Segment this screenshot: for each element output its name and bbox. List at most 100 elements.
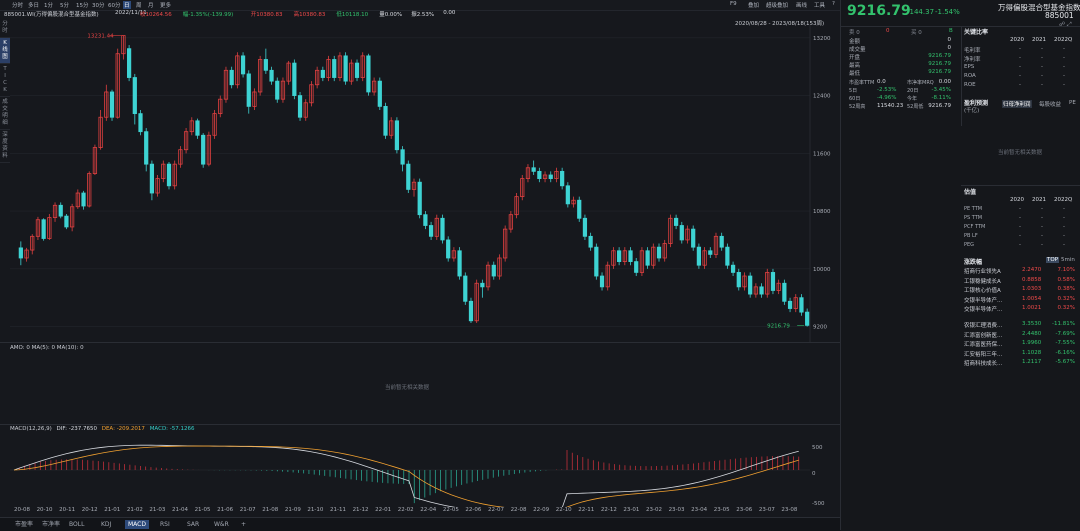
bottom-tab-5[interactable]: RSI xyxy=(157,520,173,529)
x-label-8: 21-05 xyxy=(194,507,211,513)
tab-3[interactable]: 5分 xyxy=(59,1,70,9)
bottom-tab-8[interactable]: + xyxy=(238,520,249,529)
candle xyxy=(115,48,120,119)
kr-col-2: 2022Q xyxy=(1054,37,1073,43)
profit-empty: 当前暂无相关数据 xyxy=(998,150,1043,156)
x-label-23: 22-09 xyxy=(533,507,550,513)
candle xyxy=(537,167,542,183)
bid-code: B xyxy=(949,28,953,34)
rank-name-2[interactable]: 工银核心价值A xyxy=(964,286,1019,294)
rank-name-7[interactable]: 汇添富医药保... xyxy=(964,340,1019,348)
candle xyxy=(326,55,331,82)
bottom-tab-7[interactable]: W&R xyxy=(211,520,232,529)
tab-7[interactable]: 日 xyxy=(123,1,131,9)
kr-row-2: EPS xyxy=(964,64,975,70)
quote-val-4: 9216.79 xyxy=(928,69,951,75)
vtab-1[interactable]: K线图 xyxy=(0,38,10,64)
candle xyxy=(70,203,75,232)
profit-tab-2[interactable]: PE xyxy=(1068,100,1077,106)
vtab-4[interactable]: 深度资料 xyxy=(0,130,10,163)
tab-4[interactable]: 15分 xyxy=(75,1,90,9)
macd-tick-top: 500 xyxy=(812,445,823,451)
val-cell: - xyxy=(1019,224,1021,230)
rank-name-4[interactable]: 交银半导体产... xyxy=(964,305,1019,313)
tab-2[interactable]: 1分 xyxy=(43,1,54,9)
tab-8[interactable]: 周 xyxy=(135,1,143,9)
q2-val-3: 11540.23 xyxy=(877,103,904,109)
rank-pct-0: 7.10% xyxy=(1057,267,1075,273)
info-item-1: 幅-1.35%(-139.99) xyxy=(182,12,234,18)
toolbar-right-4[interactable]: 工具 xyxy=(814,1,825,9)
candle xyxy=(354,59,360,82)
candle xyxy=(708,247,713,258)
tab-9[interactable]: 月 xyxy=(147,1,155,9)
indicator-tabs: 市盈率 市净率 BOLL KDJ MACD RSI SAR W&R + xyxy=(0,517,840,531)
vertical-tabs: 分时K线图TICK成交明细深度资料 xyxy=(0,19,10,179)
q2-key-3: 52周高 xyxy=(849,104,866,110)
candle xyxy=(206,131,211,167)
val-cell: - xyxy=(1063,242,1065,248)
profit-tab-1[interactable]: 每股收益 xyxy=(1038,100,1062,108)
rank-name-5[interactable]: 农银汇理消费... xyxy=(964,321,1019,329)
bottom-tab-4[interactable]: MACD xyxy=(125,520,149,529)
candle xyxy=(782,279,787,305)
rank-name-9[interactable]: 招商科技成长... xyxy=(964,359,1019,367)
tab-10[interactable]: 更多 xyxy=(159,1,172,9)
vtab-2[interactable]: TICK xyxy=(0,64,10,97)
kr-row-1: 净利率 xyxy=(964,57,981,63)
candle xyxy=(212,110,217,139)
quote-val-1: 0 xyxy=(947,45,952,51)
candle xyxy=(599,272,605,291)
kr-cell: - xyxy=(1041,82,1043,88)
tab-0[interactable]: 分时 xyxy=(11,1,24,9)
rank-pct-3: 0.32% xyxy=(1057,295,1075,302)
profit-tab-0[interactable]: 归母净利润 xyxy=(1002,100,1032,108)
x-label-30: 23-04 xyxy=(691,507,708,513)
q2-key-0: 市盈率TTM xyxy=(849,80,875,86)
vtab-0[interactable]: 分时 xyxy=(0,19,10,38)
toolbar-right-1[interactable]: 叠加 xyxy=(748,1,759,9)
candle xyxy=(759,283,764,298)
vtab-3[interactable]: 成交明细 xyxy=(0,97,10,130)
rank-name-6[interactable]: 汇添富创新医... xyxy=(964,331,1019,339)
bottom-tab-3[interactable]: KDJ xyxy=(98,520,114,529)
kr-row-0: 毛利率 xyxy=(964,48,981,54)
info-item-7: 0.00 xyxy=(443,10,456,16)
x-label-31: 23-05 xyxy=(713,507,730,513)
x-label-28: 23-02 xyxy=(646,507,662,513)
bottom-tab-6[interactable]: SAR xyxy=(184,520,202,529)
kr-cell: - xyxy=(1019,73,1021,79)
y-tick-0: 13200 xyxy=(813,36,831,42)
toolbar-right-2[interactable]: 超级叠加 xyxy=(766,1,788,9)
candle xyxy=(639,247,645,277)
rank-tab-1[interactable]: 5min xyxy=(1061,257,1075,263)
bottom-tab-1[interactable]: 市净率 xyxy=(39,520,63,529)
rank-val-5: 3.3530 xyxy=(1022,321,1042,327)
bottom-tab-2[interactable]: BOLL xyxy=(66,520,87,529)
rank-list: 涨跌幅 TOP 5min 招商行业领先A 2.2470 7.10% 工银稳健成长A 0.885… xyxy=(962,256,1080,376)
candle xyxy=(30,234,35,255)
y-tick-2: 11600 xyxy=(813,151,831,157)
candle xyxy=(269,66,274,85)
tab-6[interactable]: 60分 xyxy=(107,1,122,9)
rank-name-8[interactable]: 汇安裕阳三年... xyxy=(964,350,1019,358)
rank-name-0[interactable]: 招商行业领先A xyxy=(964,267,1019,275)
kr-cell: - xyxy=(1063,64,1065,70)
toolbar-right-3[interactable]: 画线 xyxy=(796,1,807,9)
candle xyxy=(41,218,46,241)
x-label-27: 23-01 xyxy=(623,507,640,513)
rank-name-1[interactable]: 工银稳健成长A xyxy=(964,277,1019,285)
candlestick-chart[interactable]: 13200 12400 11600 10800 10000 9200 13231.44 921… xyxy=(10,25,840,343)
tab-1[interactable]: 多日 xyxy=(27,1,40,9)
rank-name-3[interactable]: 交银半导体产... xyxy=(964,296,1019,304)
toolbar-right-0[interactable]: F9 xyxy=(730,1,737,7)
toolbar-right-5[interactable]: ? xyxy=(832,1,835,7)
y-tick-1: 12400 xyxy=(813,94,831,100)
tab-5[interactable]: 30分 xyxy=(91,1,106,9)
q2-val-1: -2.53% xyxy=(877,87,897,93)
bottom-tab-0[interactable]: 市盈率 xyxy=(12,520,36,529)
rank-tab-0[interactable]: TOP xyxy=(1046,257,1060,263)
rank-pct-5: -11.81% xyxy=(1052,321,1075,327)
x-label-2: 20-11 xyxy=(59,507,76,513)
amo-panel: AMO: 0 MA(5): 0 MA(10): 0 当前暂无相关数据 xyxy=(0,342,840,425)
